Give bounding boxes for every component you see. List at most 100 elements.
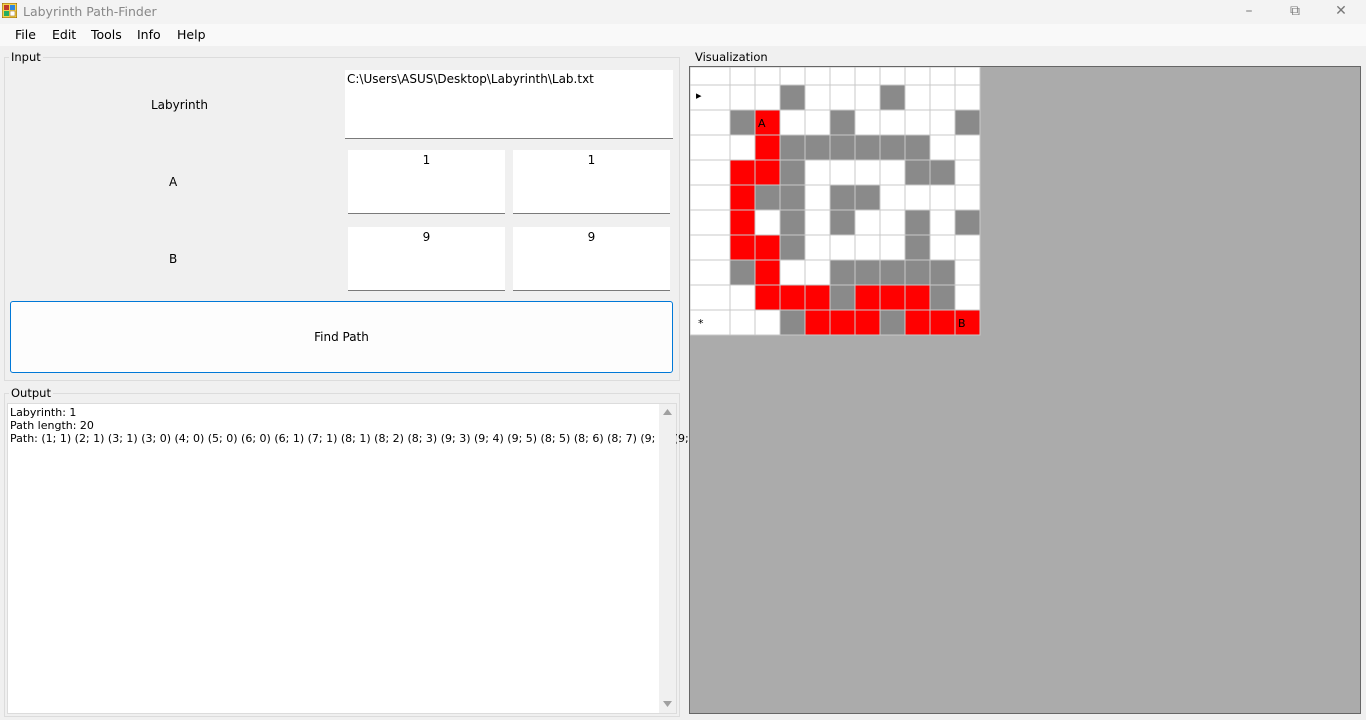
grid-cell[interactable] [854, 209, 881, 236]
grid-column-header[interactable] [879, 67, 906, 86]
grid-cell[interactable] [929, 284, 956, 311]
grid-cell[interactable] [829, 259, 856, 286]
grid-cell[interactable] [879, 84, 906, 111]
grid-cell[interactable] [754, 259, 781, 286]
grid-column-header[interactable] [854, 67, 881, 86]
grid-cell[interactable] [779, 134, 806, 161]
grid-cell[interactable] [754, 184, 781, 211]
grid-cell[interactable] [779, 209, 806, 236]
grid-cell[interactable] [854, 109, 881, 136]
grid-cell[interactable] [904, 109, 931, 136]
grid-cell[interactable] [879, 234, 906, 261]
grid-cell[interactable] [929, 109, 956, 136]
menu-help[interactable]: Help [177, 27, 206, 42]
point-b-y-field[interactable]: 9 [513, 227, 670, 291]
grid-row-header[interactable] [690, 234, 731, 261]
labyrinth-grid[interactable]: ▸ * A B [690, 67, 1360, 713]
grid-cell[interactable] [954, 134, 981, 161]
point-a-x-field[interactable]: 1 [348, 150, 505, 214]
grid-cell[interactable] [754, 309, 781, 336]
grid-cell[interactable] [854, 159, 881, 186]
grid-cell[interactable] [929, 159, 956, 186]
grid-cell[interactable] [854, 84, 881, 111]
grid-cell[interactable] [804, 309, 831, 336]
grid-cell[interactable] [729, 184, 756, 211]
grid-cell[interactable] [829, 134, 856, 161]
grid-column-header[interactable] [904, 67, 931, 86]
grid-cell[interactable] [954, 259, 981, 286]
grid-cell[interactable] [879, 284, 906, 311]
grid-cell[interactable] [829, 209, 856, 236]
grid-cell[interactable] [829, 84, 856, 111]
grid-cell[interactable] [879, 134, 906, 161]
grid-cell[interactable] [854, 284, 881, 311]
grid-cell[interactable] [779, 259, 806, 286]
find-path-button[interactable]: Find Path [10, 301, 673, 373]
grid-cell[interactable] [954, 109, 981, 136]
grid-row-header[interactable] [690, 259, 731, 286]
visualization-grid-panel[interactable]: ▸ * A B [689, 66, 1361, 714]
grid-cell[interactable] [954, 284, 981, 311]
menu-info[interactable]: Info [137, 27, 161, 42]
grid-column-header[interactable] [729, 67, 756, 86]
menu-file[interactable]: File [15, 27, 36, 42]
grid-cell[interactable] [954, 209, 981, 236]
grid-cell[interactable] [904, 284, 931, 311]
grid-column-header[interactable] [754, 67, 781, 86]
grid-cell[interactable] [854, 184, 881, 211]
grid-cell[interactable] [904, 309, 931, 336]
grid-cell[interactable] [879, 309, 906, 336]
grid-cell[interactable] [904, 134, 931, 161]
grid-cell[interactable] [779, 84, 806, 111]
point-a-y-field[interactable]: 1 [513, 150, 670, 214]
grid-row-header[interactable] [690, 309, 731, 336]
grid-column-header[interactable] [929, 67, 956, 86]
grid-cell[interactable] [929, 309, 956, 336]
point-b-x-field[interactable]: 9 [348, 227, 505, 291]
grid-row-header[interactable] [690, 184, 731, 211]
grid-cell[interactable] [754, 234, 781, 261]
grid-cell[interactable] [829, 109, 856, 136]
grid-cell[interactable] [829, 284, 856, 311]
grid-cell[interactable] [854, 309, 881, 336]
grid-cell[interactable] [804, 259, 831, 286]
grid-cell[interactable] [929, 209, 956, 236]
grid-cell[interactable] [904, 234, 931, 261]
grid-cell[interactable] [729, 259, 756, 286]
grid-row-header[interactable] [690, 159, 731, 186]
grid-cell[interactable] [954, 184, 981, 211]
grid-cell[interactable] [904, 209, 931, 236]
grid-cell[interactable] [954, 159, 981, 186]
grid-cell[interactable] [829, 234, 856, 261]
grid-cell[interactable] [904, 259, 931, 286]
grid-cell[interactable] [779, 234, 806, 261]
grid-row-header[interactable] [690, 109, 731, 136]
menu-tools[interactable]: Tools [91, 27, 122, 42]
grid-cell[interactable] [829, 309, 856, 336]
close-button[interactable]: ✕ [1318, 0, 1364, 22]
menu-edit[interactable]: Edit [52, 27, 76, 42]
grid-cell[interactable] [804, 209, 831, 236]
grid-cell[interactable] [804, 84, 831, 111]
grid-cell[interactable] [729, 284, 756, 311]
grid-cell[interactable] [929, 184, 956, 211]
grid-cell[interactable] [779, 284, 806, 311]
grid-cell[interactable] [754, 134, 781, 161]
grid-cell[interactable] [729, 159, 756, 186]
grid-cell[interactable] [779, 109, 806, 136]
grid-cell[interactable] [804, 159, 831, 186]
grid-cell[interactable] [879, 159, 906, 186]
grid-cell[interactable] [854, 259, 881, 286]
grid-cell[interactable] [929, 134, 956, 161]
scroll-down-arrow-icon[interactable] [663, 701, 672, 707]
grid-cell[interactable] [779, 159, 806, 186]
grid-cell[interactable] [879, 184, 906, 211]
grid-cell[interactable] [929, 234, 956, 261]
grid-cell[interactable] [879, 259, 906, 286]
output-textbox[interactable]: Labyrinth: 1 Path length: 20 Path: (1; 1… [7, 403, 737, 714]
grid-row-header[interactable] [690, 209, 731, 236]
grid-cell[interactable] [929, 259, 956, 286]
grid-row-header[interactable] [690, 284, 731, 311]
grid-cell[interactable] [954, 234, 981, 261]
grid-cell[interactable] [804, 284, 831, 311]
